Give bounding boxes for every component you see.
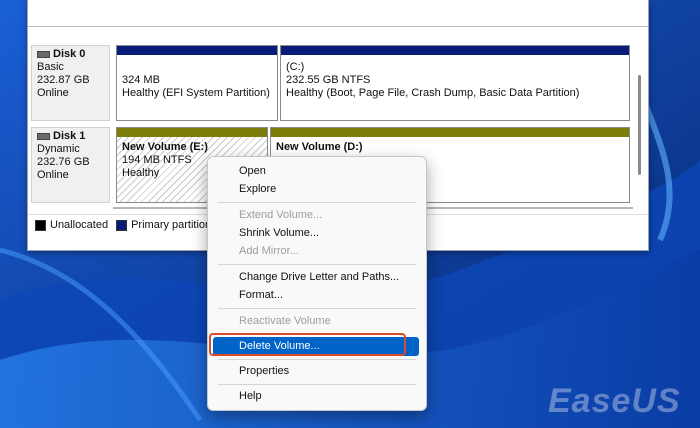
partition-bar — [117, 46, 277, 55]
partition-size: 324 MB — [122, 74, 160, 86]
menu-item-explore[interactable]: Explore — [213, 180, 419, 199]
legend-swatch-unallocated — [35, 219, 46, 231]
legend-label: Unallocated — [50, 219, 109, 231]
menu-item-open[interactable]: Open — [213, 162, 419, 181]
menu-item-properties[interactable]: Properties — [213, 362, 419, 381]
disk-info-1[interactable]: Disk 1 Dynamic 232.76 GB Online — [31, 127, 110, 203]
disk-status: Online — [37, 169, 69, 181]
scrollbar-thumb[interactable] — [638, 75, 641, 175]
disk-icon — [37, 50, 50, 58]
easeus-watermark-logo: EaseUS — [548, 382, 681, 420]
partition-label: New Volume (D:) — [276, 141, 363, 153]
disk-status: Online — [37, 87, 69, 99]
menu-separator — [218, 202, 416, 203]
legend-label: Primary partition — [131, 219, 212, 231]
menu-separator — [218, 359, 416, 360]
menu-item-shrink-volume[interactable]: Shrink Volume... — [213, 224, 419, 243]
disk-size: 232.87 GB — [37, 74, 90, 86]
partition-bar — [271, 128, 629, 137]
disk-name: Disk 0 — [53, 48, 86, 60]
disk-icon — [37, 132, 50, 140]
vertical-scrollbar[interactable] — [635, 55, 645, 235]
delete-volume-highlight — [209, 333, 406, 356]
disk-name: Disk 1 — [53, 130, 86, 142]
disk-size: 232.76 GB — [37, 156, 90, 168]
menu-item-help[interactable]: Help — [213, 387, 419, 406]
menu-item-format[interactable]: Format... — [213, 286, 419, 305]
partition-c[interactable]: (C:) 232.55 GB NTFS Healthy (Boot, Page … — [280, 45, 630, 121]
legend-swatch-primary — [116, 219, 128, 231]
menu-separator — [218, 308, 416, 309]
menu-item-reactivate-volume[interactable]: Reactivate Volume — [213, 312, 419, 331]
context-menu: Open Explore Extend Volume... Shrink Vol… — [207, 156, 427, 411]
partition-label: New Volume (E:) — [122, 141, 208, 153]
menu-item-extend-volume[interactable]: Extend Volume... — [213, 206, 419, 225]
disk-type: Basic — [37, 61, 64, 73]
partition-status: Healthy (Boot, Page File, Crash Dump, Ba… — [286, 87, 580, 99]
partition-status: Healthy (EFI System Partition) — [122, 87, 270, 99]
partition-bar — [281, 46, 629, 55]
disk-row-0[interactable]: Disk 0 Basic 232.87 GB Online 324 MB Hea… — [31, 45, 630, 123]
disk-info-0[interactable]: Disk 0 Basic 232.87 GB Online — [31, 45, 110, 121]
partition-label: (C:) — [286, 61, 305, 73]
menu-separator — [218, 264, 416, 265]
menu-separator — [218, 384, 416, 385]
menu-item-add-mirror[interactable]: Add Mirror... — [213, 242, 419, 261]
partition-efi[interactable]: 324 MB Healthy (EFI System Partition) — [116, 45, 278, 121]
menu-item-change-drive-letter[interactable]: Change Drive Letter and Paths... — [213, 268, 419, 287]
partition-size: 232.55 GB NTFS — [286, 74, 371, 86]
partition-bar — [117, 128, 267, 137]
disk-type: Dynamic — [37, 143, 80, 155]
